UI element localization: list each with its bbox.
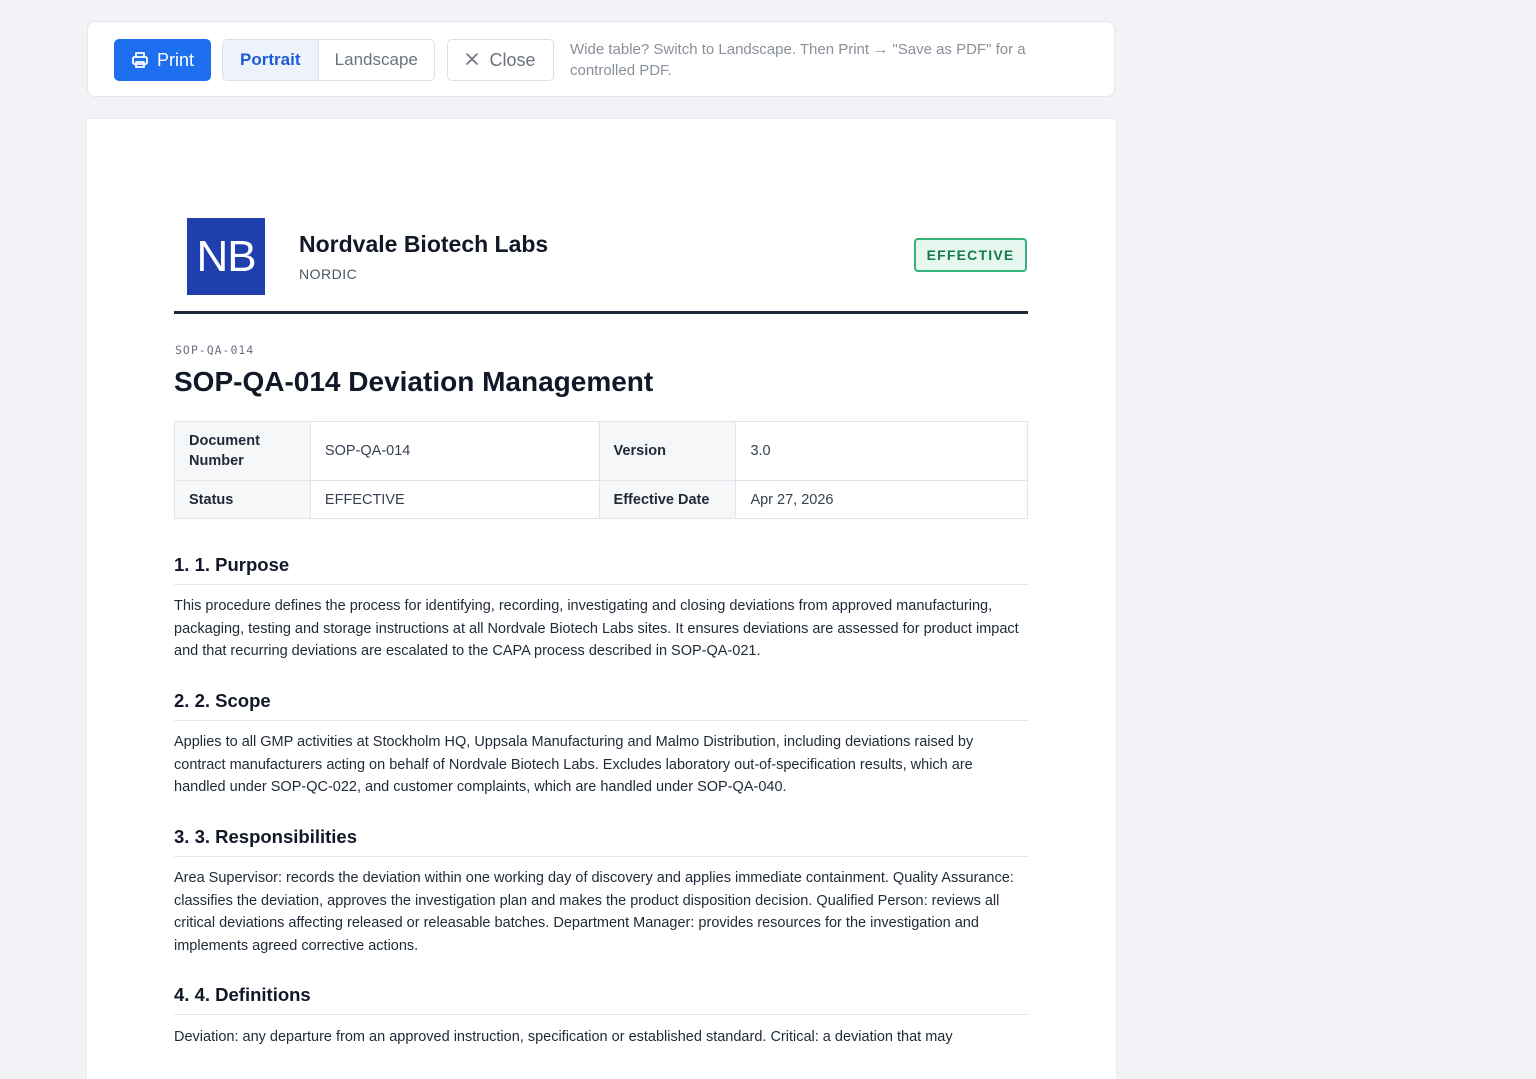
section-definitions-body: Deviation: any departure from an approve…: [174, 1029, 953, 1045]
document-page: NB Nordvale Biotech Labs NORDIC EFFECTIV…: [87, 119, 1116, 1079]
section-scope-body: Applies to all GMP activities at Stockho…: [174, 734, 974, 795]
company-logo: NB: [187, 218, 265, 295]
doc-number-value: SOP-QA-014: [309, 421, 600, 481]
document-title: SOP-QA-014 Deviation Management: [174, 366, 654, 397]
print-button[interactable]: Print: [114, 39, 211, 81]
version-label: Version: [598, 421, 737, 481]
close-button[interactable]: Close: [447, 39, 554, 81]
section-definitions-title: 4. 4. Definitions: [174, 984, 1028, 1015]
section-purpose-body: This procedure defines the process for i…: [174, 598, 1019, 659]
close-icon: [465, 50, 479, 71]
version-value: 3.0: [735, 421, 1028, 481]
section-scope-title: 2. 2. Scope: [174, 690, 1028, 721]
section-responsibilities-body: Area Supervisor: records the deviation w…: [174, 870, 1014, 954]
company-name: Nordvale Biotech Labs: [299, 231, 549, 257]
header-divider: [174, 311, 1028, 314]
print-button-label: Print: [156, 49, 194, 70]
table-row: Document Number SOP-QA-014 Version 3.0: [174, 421, 1028, 481]
status-value: EFFECTIVE: [309, 480, 600, 519]
company-region: NORDIC: [299, 266, 358, 282]
doc-number-label: Document Number: [174, 421, 311, 481]
orientation-toggle: Portrait Landscape: [222, 39, 435, 81]
portrait-option[interactable]: Portrait: [223, 40, 319, 80]
effective-date-label: Effective Date: [598, 480, 737, 519]
landscape-option[interactable]: Landscape: [318, 40, 434, 80]
document-meta-table: Document Number SOP-QA-014 Version 3.0 S…: [174, 421, 1028, 519]
close-button-label: Close: [489, 49, 536, 70]
print-toolbar: Print Portrait Landscape Close Wide tabl…: [87, 21, 1115, 97]
printer-icon: [131, 51, 149, 69]
document-code: SOP-QA-014: [175, 343, 255, 357]
section-purpose-title: 1. 1. Purpose: [174, 554, 1028, 585]
status-badge: EFFECTIVE: [914, 238, 1027, 272]
toolbar-hint: Wide table? Switch to Landscape. Then Pr…: [570, 41, 1026, 79]
effective-date-value: Apr 27, 2026: [735, 480, 1028, 519]
table-row: Status EFFECTIVE Effective Date Apr 27, …: [174, 480, 1028, 519]
status-label: Status: [174, 480, 311, 519]
section-responsibilities-title: 3. 3. Responsibilities: [174, 826, 1028, 857]
